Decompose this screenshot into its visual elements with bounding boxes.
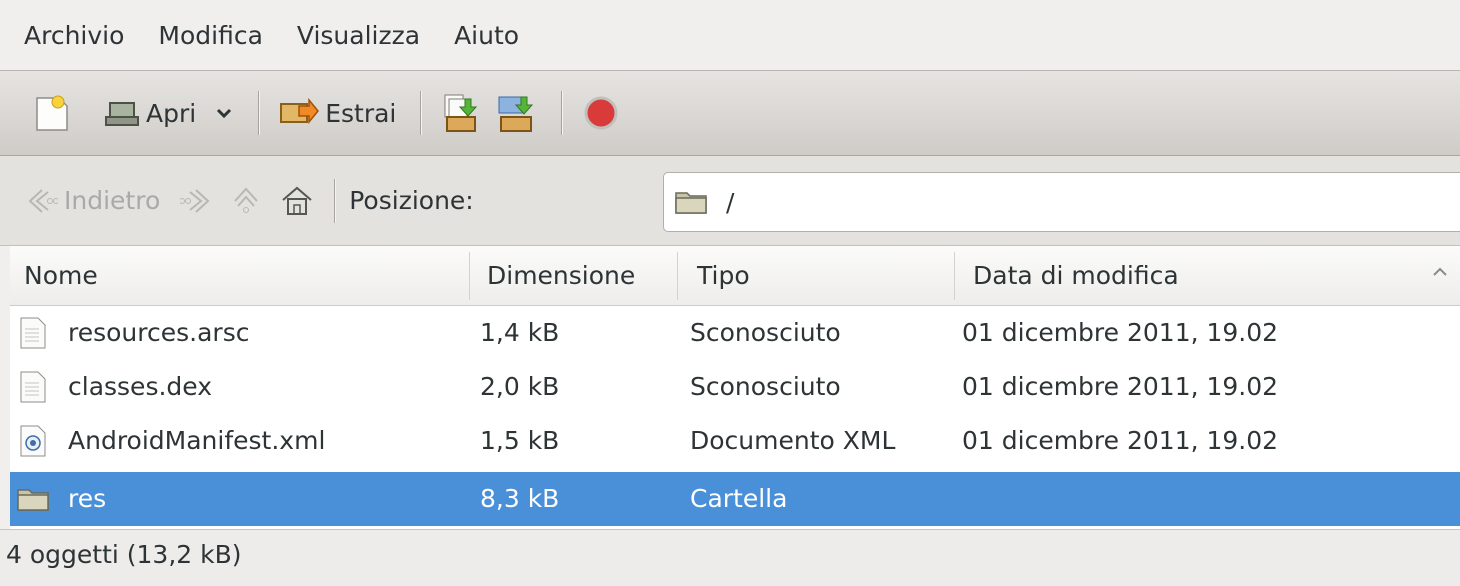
forward-button[interactable] — [180, 187, 212, 215]
file-date: 01 dicembre 2011, 19.02 — [962, 318, 1279, 347]
column-divider — [954, 252, 955, 300]
file-type: Documento XML — [690, 426, 896, 455]
file-name: res — [68, 484, 107, 513]
xml-file-icon — [20, 425, 46, 457]
menu-archivio[interactable]: Archivio — [24, 21, 124, 50]
file-type: Sconosciuto — [690, 372, 841, 401]
open-button[interactable]: Apri — [98, 85, 240, 141]
stop-icon — [584, 96, 618, 130]
file-name: resources.arsc — [68, 318, 250, 347]
up-arrow-icon — [234, 187, 258, 213]
back-button[interactable]: Indietro — [26, 186, 160, 215]
list-header: Nome Dimensione Tipo Data di modifica — [10, 246, 1460, 306]
table-row[interactable]: AndroidManifest.xml 1,5 kB Documento XML… — [10, 414, 1460, 468]
open-label: Apri — [146, 98, 197, 128]
menu-visualizza[interactable]: Visualizza — [297, 21, 420, 50]
back-arrow-icon — [28, 188, 58, 213]
table-row[interactable]: classes.dex 2,0 kB Sconosciuto 01 dicemb… — [10, 360, 1460, 414]
add-files-icon — [444, 94, 478, 132]
location-field[interactable]: / — [663, 172, 1460, 232]
extract-button[interactable]: Estrai — [273, 85, 402, 141]
table-row[interactable]: resources.arsc 1,4 kB Sconosciuto 01 dic… — [10, 306, 1460, 360]
chevron-down-icon[interactable] — [214, 103, 234, 123]
file-size: 1,5 kB — [480, 426, 560, 455]
extract-icon — [280, 97, 320, 125]
archive-box-icon — [105, 102, 139, 126]
file-size: 8,3 kB — [480, 484, 560, 513]
file-type: Sconosciuto — [690, 318, 841, 347]
file-name: classes.dex — [68, 372, 213, 401]
toolbar-separator — [561, 91, 563, 135]
folder-icon — [675, 192, 707, 214]
column-header-date[interactable]: Data di modifica — [959, 246, 1179, 306]
table-row-selected[interactable]: res 8,3 kB Cartella — [10, 472, 1460, 526]
home-button[interactable] — [280, 184, 314, 218]
location-separator — [334, 178, 336, 223]
home-icon — [282, 186, 312, 215]
column-header-name[interactable]: Nome — [10, 246, 98, 306]
new-archive-icon — [36, 95, 68, 131]
file-date: 01 dicembre 2011, 19.02 — [962, 372, 1279, 401]
status-text: 4 oggetti (13,2 kB) — [6, 540, 242, 569]
location-path: / — [726, 187, 735, 217]
file-type: Cartella — [690, 484, 788, 513]
folder-icon — [17, 489, 49, 511]
toolbar-separator — [258, 91, 260, 135]
add-folder-icon — [498, 96, 534, 132]
file-size: 1,4 kB — [480, 318, 560, 347]
column-divider — [469, 252, 470, 300]
new-archive-button[interactable] — [28, 85, 76, 141]
file-date: 01 dicembre 2011, 19.02 — [962, 426, 1279, 455]
toolbar: Apri Estrai — [0, 70, 1460, 156]
column-header-size[interactable]: Dimensione — [473, 246, 635, 306]
menu-modifica[interactable]: Modifica — [158, 21, 263, 50]
toolbar-separator — [420, 91, 422, 135]
add-files-button[interactable] — [435, 85, 485, 141]
column-header-type[interactable]: Tipo — [683, 246, 750, 306]
up-button[interactable] — [232, 185, 260, 217]
location-bar: Indietro Posizione: / — [0, 156, 1460, 246]
column-divider — [677, 252, 678, 300]
add-folder-button[interactable] — [489, 85, 543, 141]
file-list: Nome Dimensione Tipo Data di modifica re… — [10, 246, 1460, 529]
sort-ascending-icon[interactable] — [1432, 264, 1448, 280]
file-icon — [20, 317, 46, 349]
back-label: Indietro — [64, 186, 161, 215]
file-name: AndroidManifest.xml — [68, 426, 326, 455]
stop-button[interactable] — [576, 85, 626, 141]
menu-aiuto[interactable]: Aiuto — [454, 21, 519, 50]
extract-label: Estrai — [325, 98, 397, 128]
position-label: Posizione: — [349, 186, 474, 215]
status-bar: 4 oggetti (13,2 kB) — [0, 529, 1460, 586]
menu-bar: Archivio Modifica Visualizza Aiuto — [0, 0, 1460, 70]
forward-arrow-icon — [180, 188, 210, 213]
file-size: 2,0 kB — [480, 372, 560, 401]
file-icon — [20, 371, 46, 403]
